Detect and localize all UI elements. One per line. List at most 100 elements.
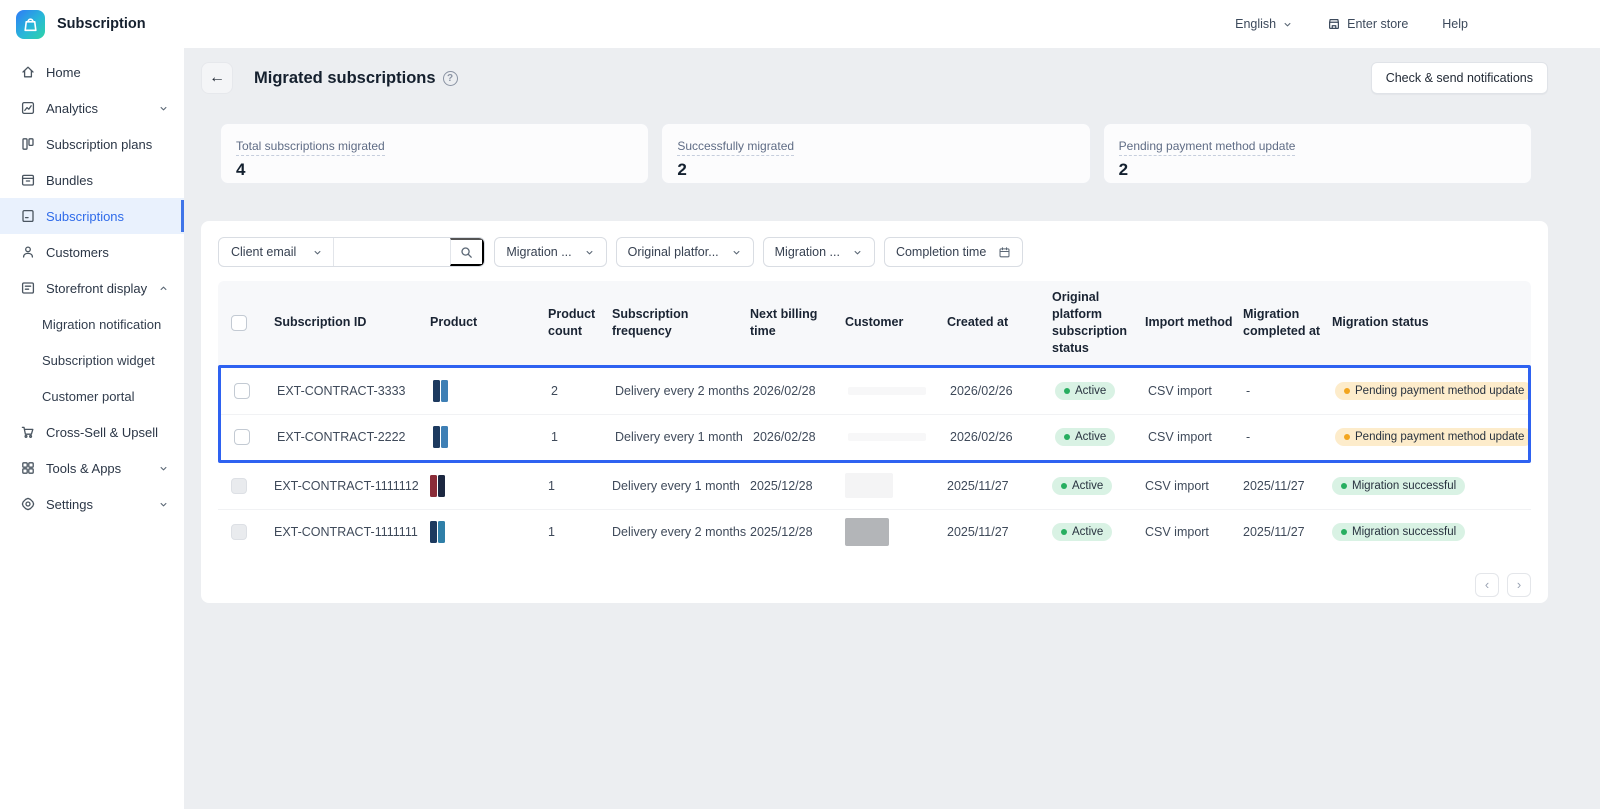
dropdown-label: Migration ... bbox=[775, 245, 840, 259]
sidebar: HomeAnalyticsSubscription plansBundlesSu… bbox=[0, 48, 184, 809]
filter-bar: Client email Migration ... Original plat… bbox=[218, 237, 1531, 267]
status-dot-icon bbox=[1064, 388, 1070, 394]
completion-time-filter[interactable]: Completion time bbox=[884, 237, 1023, 267]
row-checkbox[interactable] bbox=[234, 383, 250, 399]
sidebar-item-storefront-display[interactable]: Storefront display bbox=[0, 270, 184, 306]
back-button[interactable]: ← bbox=[201, 62, 233, 94]
check-send-notifications-button[interactable]: Check & send notifications bbox=[1371, 62, 1548, 94]
sidebar-item-cross-sell-upsell[interactable]: Cross-Sell & Upsell bbox=[0, 414, 184, 450]
chevron-down-icon bbox=[584, 247, 595, 258]
table-row[interactable]: EXT-CONTRACT-11111111Delivery every 2 mo… bbox=[218, 509, 1531, 555]
row-checkbox[interactable] bbox=[234, 429, 250, 445]
cell-next-billing-time: 2025/12/28 bbox=[750, 479, 845, 493]
help-link[interactable]: Help bbox=[1442, 17, 1468, 31]
page-help-icon[interactable]: ? bbox=[443, 71, 458, 86]
cell-product bbox=[433, 380, 551, 402]
status-dot-icon bbox=[1344, 388, 1350, 394]
subscriptions-icon bbox=[20, 208, 36, 224]
migration-filter-dropdown-1[interactable]: Migration ... bbox=[494, 237, 606, 267]
column-header: Created at bbox=[947, 306, 1052, 339]
customer-redacted-block bbox=[845, 473, 893, 498]
table-row[interactable]: EXT-CONTRACT-22221Delivery every 1 month… bbox=[221, 414, 1528, 460]
cell-created-at: 2026/02/26 bbox=[950, 430, 1055, 444]
language-selector[interactable]: English bbox=[1235, 17, 1293, 31]
search-input[interactable] bbox=[334, 238, 450, 266]
cell-product bbox=[433, 426, 551, 448]
chevron-down-icon bbox=[158, 462, 170, 474]
status-badge: Active bbox=[1055, 428, 1115, 446]
sidebar-item-settings[interactable]: Settings bbox=[0, 486, 184, 522]
cell-subscription-frequency: Delivery every 2 months bbox=[615, 384, 753, 398]
migration-filter-dropdown-2[interactable]: Migration ... bbox=[763, 237, 875, 267]
status-badge-label: Active bbox=[1075, 385, 1106, 397]
row-select-cell bbox=[221, 429, 277, 445]
sidebar-item-customers[interactable]: Customers bbox=[0, 234, 184, 270]
status-dot-icon bbox=[1341, 483, 1347, 489]
search-field-label: Client email bbox=[231, 245, 296, 259]
help-label: Help bbox=[1442, 17, 1468, 31]
enter-store-link[interactable]: Enter store bbox=[1327, 17, 1408, 31]
page-title: Migrated subscriptions bbox=[254, 69, 436, 88]
app-brand: Subscription bbox=[0, 10, 146, 39]
sidebar-item-label: Subscription plans bbox=[46, 137, 170, 152]
selected-rows-highlight: EXT-CONTRACT-3333 2Delivery every 2 month… bbox=[218, 365, 1531, 463]
cell-subscription-id: EXT-CONTRACT-3333 bbox=[277, 384, 433, 398]
dropdown-label: Original platfor... bbox=[628, 245, 719, 259]
sidebar-item-subscriptions[interactable]: Subscriptions bbox=[0, 198, 184, 234]
select-all-checkbox[interactable] bbox=[231, 315, 247, 331]
column-header: Migration status bbox=[1332, 306, 1531, 339]
sidebar-item-label: Cross-Sell & Upsell bbox=[46, 425, 170, 440]
product-thumbnail bbox=[433, 426, 448, 448]
next-page-button[interactable]: › bbox=[1507, 573, 1531, 597]
cell-subscription-frequency: Delivery every 2 months bbox=[612, 525, 750, 539]
cell-import-method: CSV import bbox=[1145, 479, 1243, 493]
original-platform-filter-dropdown[interactable]: Original platfor... bbox=[616, 237, 754, 267]
language-label: English bbox=[1235, 17, 1276, 31]
cell-customer bbox=[848, 433, 950, 441]
sidebar-item-label: Storefront display bbox=[46, 281, 148, 296]
sidebar-item-migration-notification[interactable]: Migration notification bbox=[0, 306, 184, 342]
status-badge-label: Active bbox=[1075, 431, 1106, 443]
stat-label: Pending payment method update bbox=[1119, 139, 1296, 156]
bundles-icon bbox=[20, 172, 36, 188]
row-select-cell bbox=[221, 383, 277, 399]
sidebar-item-subscription-plans[interactable]: Subscription plans bbox=[0, 126, 184, 162]
plans-icon bbox=[20, 136, 36, 152]
cell-import-method: CSV import bbox=[1145, 525, 1243, 539]
select-all-cell bbox=[218, 307, 274, 339]
cell-next-billing-time: 2026/02/28 bbox=[753, 384, 848, 398]
search-button[interactable] bbox=[450, 238, 484, 266]
search-icon bbox=[459, 245, 474, 260]
subscriptions-table-card: Client email Migration ... Original plat… bbox=[201, 221, 1548, 603]
column-header: Original platform subscription status bbox=[1052, 281, 1145, 365]
table-row[interactable]: EXT-CONTRACT-3333 2Delivery every 2 month… bbox=[221, 368, 1528, 414]
table-row[interactable]: EXT-CONTRACT-11111121Delivery every 1 mo… bbox=[218, 463, 1531, 509]
cell-next-billing-time: 2025/12/28 bbox=[750, 525, 845, 539]
sidebar-item-subscription-widget[interactable]: Subscription widget bbox=[0, 342, 184, 378]
search-field-selector[interactable]: Client email bbox=[219, 238, 334, 266]
sidebar-item-analytics[interactable]: Analytics bbox=[0, 90, 184, 126]
app-logo-icon bbox=[16, 10, 45, 39]
cell-product bbox=[430, 521, 548, 543]
prev-page-button[interactable]: ‹ bbox=[1475, 573, 1499, 597]
cell-product-count: 2 bbox=[551, 384, 615, 398]
cell-created-at: 2025/11/27 bbox=[947, 525, 1052, 539]
cell-subscription-id: EXT-CONTRACT-1111112 bbox=[274, 479, 430, 493]
chevron-up-icon bbox=[158, 282, 170, 294]
cell-next-billing-time: 2026/02/28 bbox=[753, 430, 848, 444]
cell-product-count: 1 bbox=[551, 430, 615, 444]
page-header: ← Migrated subscriptions ? Check & send … bbox=[201, 62, 1548, 94]
sidebar-item-bundles[interactable]: Bundles bbox=[0, 162, 184, 198]
storefront-icon bbox=[20, 280, 36, 296]
stat-label: Successfully migrated bbox=[677, 139, 794, 156]
customer-redacted-block bbox=[848, 387, 926, 395]
status-dot-icon bbox=[1341, 529, 1347, 535]
sidebar-item-customer-portal[interactable]: Customer portal bbox=[0, 378, 184, 414]
cell-migration-completed-at: 2025/11/27 bbox=[1243, 479, 1332, 493]
sidebar-item-tools-apps[interactable]: Tools & Apps bbox=[0, 450, 184, 486]
stat-value: 4 bbox=[236, 160, 633, 180]
enter-store-label: Enter store bbox=[1347, 17, 1408, 31]
sidebar-item-home[interactable]: Home bbox=[0, 54, 184, 90]
cell-migration-status: Pending payment method update bbox=[1335, 428, 1528, 446]
status-badge-label: Pending payment method update bbox=[1355, 385, 1524, 397]
